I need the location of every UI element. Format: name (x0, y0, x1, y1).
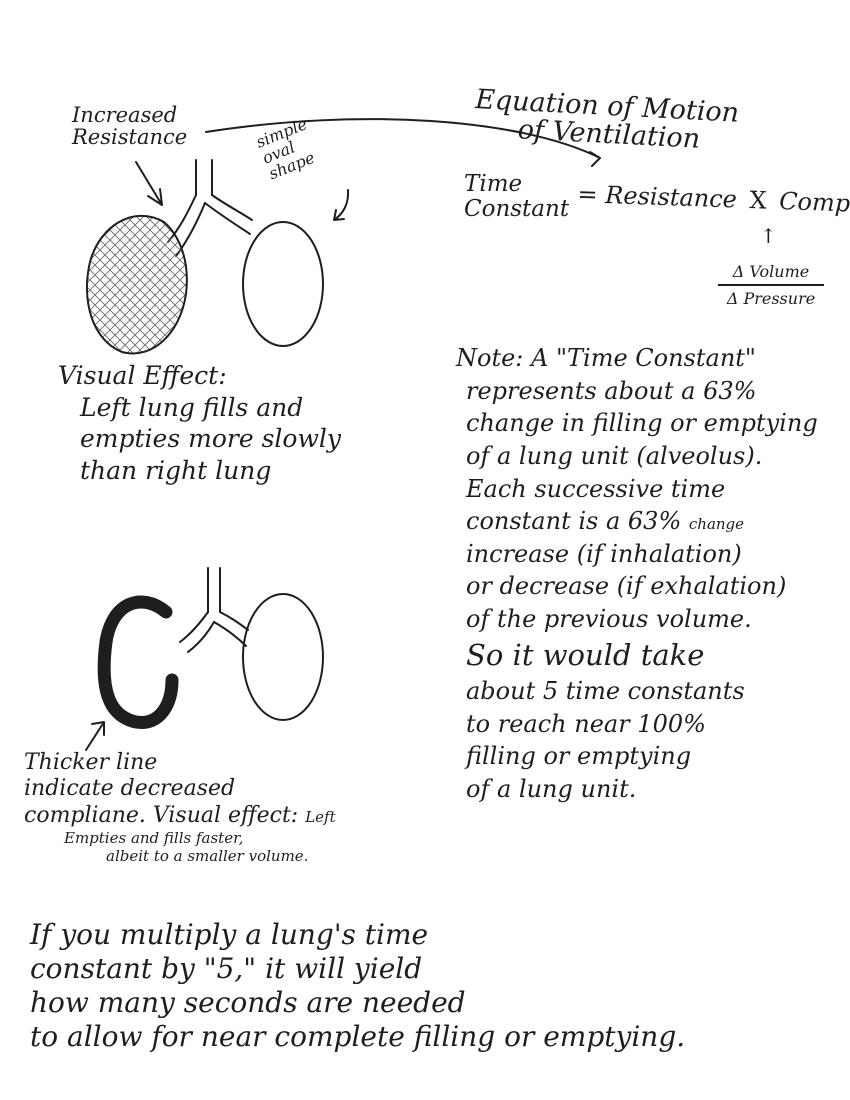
note-line: represents about a 63% (466, 376, 757, 405)
note-line: Each successive time (466, 474, 726, 503)
equals-sign: = (577, 180, 599, 209)
time-constant-note: Note: A "Time Constant" represents about… (456, 342, 818, 806)
note-line: than right lung (80, 455, 272, 485)
left-bronchus-bottom (179, 611, 215, 653)
label-line: Resistance (72, 125, 188, 150)
note-line: Note: A "Time Constant" (456, 344, 756, 372)
top-lung-diagram (86, 118, 601, 355)
right-bronchus-top (204, 194, 253, 235)
compliance-up-arrow-icon: ↑ (760, 224, 777, 248)
note-line: If you multiply a lung's time (30, 918, 429, 951)
note-line: of a lung unit (alveolus). (466, 441, 763, 470)
note-line: constant is a 63% change (456, 505, 818, 538)
note-line: albeit to a smaller volume. (106, 847, 309, 866)
increased-resistance-label: Increased Resistance (72, 104, 187, 148)
note-line: increase (if inhalation) (466, 539, 742, 568)
note-line: indicate decreased (24, 776, 236, 802)
oval-arrow (333, 189, 350, 221)
time-constant-term: Time Constant (464, 171, 570, 223)
note-line: Thicker line (24, 750, 158, 775)
compliance-fraction: Δ Volume Δ Pressure (718, 262, 824, 308)
note-line: Visual Effect: (58, 361, 227, 390)
trachea-top (195, 159, 213, 196)
fraction-numerator: Δ Volume (718, 262, 824, 286)
thicker-line-arrow (85, 721, 105, 751)
note-text: compliane. Visual effect: (24, 802, 299, 828)
note-line: about 5 time constants (466, 677, 745, 706)
note-line: to allow for near complete filling or em… (30, 1020, 686, 1054)
note-line: So it would take (466, 637, 705, 672)
fraction-denominator: Δ Pressure (726, 289, 816, 308)
bottom-lung-diagram (85, 567, 324, 751)
note-line: constant by "5," it will yield (30, 952, 423, 986)
resistance-term: Resistance (604, 180, 738, 214)
note-line: of a lung unit. (466, 774, 637, 803)
term-line: Time (464, 171, 523, 197)
note-line: of the previous volume. (466, 605, 752, 633)
left-lung-bottom-thick (97, 595, 179, 729)
note-line: how many seconds are needed (30, 986, 466, 1020)
compliance-note: Thicker line indicate decreased complian… (24, 750, 336, 865)
note-line: empties more slowly (80, 424, 341, 453)
note-small-word: Left (305, 807, 336, 826)
compliance-term: Compliance (778, 187, 850, 221)
right-lung-bottom-oval (242, 593, 324, 721)
note-line: Empties and fills faster, (64, 829, 244, 848)
note-text: constant is a 63% (466, 507, 682, 536)
times-sign: X (749, 186, 768, 215)
note-line: Left lung fills and (80, 392, 304, 422)
notebook-page: Increased Resistance simple oval shape E… (0, 0, 850, 1100)
note-line: filling or emptying (466, 742, 692, 771)
term-line: Constant (464, 196, 570, 223)
note-small-word: change (688, 515, 745, 534)
note-line: or decrease (if exhalation) (466, 572, 787, 601)
note-line: change in filling or emptying (466, 409, 818, 438)
right-lung-top-oval (242, 221, 324, 347)
resistance-arrow (135, 161, 163, 206)
trachea-bottom (207, 567, 221, 613)
right-bronchus-bottom (213, 611, 249, 647)
visual-effect-note: Visual Effect: Left lung fills and empti… (58, 360, 341, 486)
left-lung-top-hatched (86, 214, 188, 355)
label-line: Increased (72, 103, 178, 127)
multiplier-note: If you multiply a lung's time constant b… (30, 918, 685, 1055)
note-line: to reach near 100% (466, 709, 706, 738)
